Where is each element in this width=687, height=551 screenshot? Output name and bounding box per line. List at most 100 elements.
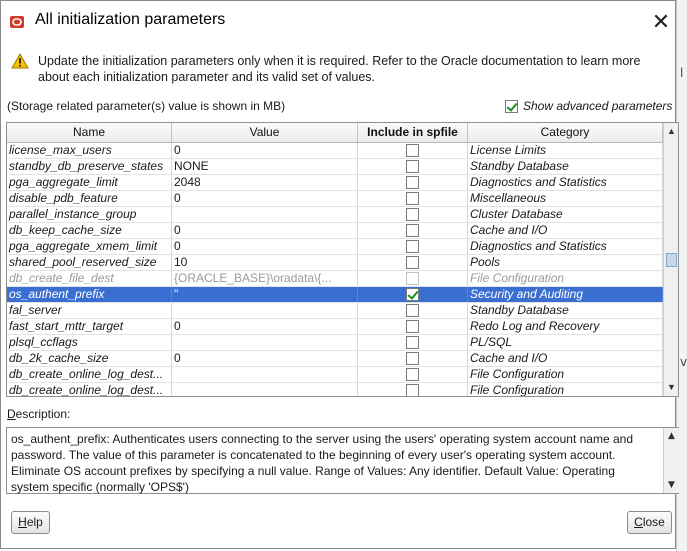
- table-row[interactable]: db_keep_cache_size 0 Cache and I/O: [7, 223, 663, 239]
- cell-category[interactable]: Redo Log and Recovery: [468, 319, 663, 334]
- table-row[interactable]: plsql_ccflags PL/SQL: [7, 335, 663, 351]
- warning-icon: [11, 53, 29, 69]
- close-button[interactable]: Close: [627, 511, 672, 534]
- checkbox-checked-icon[interactable]: [505, 99, 518, 113]
- include-checkbox[interactable]: [406, 256, 419, 269]
- cell-value[interactable]: [172, 303, 358, 318]
- scroll-up-icon[interactable]: ▲: [665, 124, 678, 138]
- include-checkbox[interactable]: [406, 176, 419, 189]
- table-row[interactable]: db_create_online_log_dest... File Configu…: [7, 367, 663, 383]
- cell-category[interactable]: Cache and I/O: [468, 223, 663, 238]
- include-checkbox[interactable]: [406, 144, 419, 157]
- cell-value[interactable]: 0: [172, 351, 358, 366]
- include-checkbox[interactable]: [406, 160, 419, 173]
- cell-name[interactable]: fast_start_mttr_target: [7, 319, 172, 334]
- cell-value[interactable]: 0: [172, 143, 358, 158]
- cell-name[interactable]: os_authent_prefix: [7, 287, 172, 302]
- cell-value[interactable]: ": [172, 287, 358, 302]
- cell-name[interactable]: shared_pool_reserved_size: [7, 255, 172, 270]
- close-icon[interactable]: ✕: [647, 9, 675, 37]
- column-header-category[interactable]: Category: [468, 123, 663, 142]
- cell-value[interactable]: 0: [172, 319, 358, 334]
- cell-category[interactable]: File Configuration: [468, 383, 663, 396]
- cell-category[interactable]: Diagnostics and Statistics: [468, 239, 663, 254]
- warning-message: Update the initialization parameters onl…: [38, 54, 641, 84]
- table-row[interactable]: db_2k_cache_size 0 Cache and I/O: [7, 351, 663, 367]
- cell-value[interactable]: 10: [172, 255, 358, 270]
- column-header-value[interactable]: Value: [172, 123, 358, 142]
- include-checkbox[interactable]: [406, 384, 419, 396]
- include-checkbox[interactable]: [406, 352, 419, 365]
- include-checkbox[interactable]: [406, 192, 419, 205]
- include-checkbox[interactable]: [406, 208, 419, 221]
- scroll-down-icon[interactable]: ▼: [665, 380, 678, 394]
- cell-name[interactable]: disable_pdb_feature: [7, 191, 172, 206]
- cell-category[interactable]: Pools: [468, 255, 663, 270]
- cell-name[interactable]: standby_db_preserve_states: [7, 159, 172, 174]
- cell-value[interactable]: [172, 367, 358, 382]
- cell-category[interactable]: Cache and I/O: [468, 351, 663, 366]
- cell-name[interactable]: license_max_users: [7, 143, 172, 158]
- description-box[interactable]: os_authent_prefix: Authenticates users c…: [6, 427, 679, 494]
- cell-value[interactable]: [172, 335, 358, 350]
- cell-name[interactable]: db_create_file_dest: [7, 271, 172, 286]
- scroll-up-icon[interactable]: ▲: [665, 429, 678, 443]
- cell-value[interactable]: [172, 207, 358, 222]
- cell-category[interactable]: License Limits: [468, 143, 663, 158]
- table-row[interactable]: pga_aggregate_limit 2048 Diagnostics and S…: [7, 175, 663, 191]
- table-row[interactable]: pga_aggregate_xmem_limit 0 Diagnostics and…: [7, 239, 663, 255]
- include-checkbox-checked[interactable]: [406, 288, 419, 301]
- cell-name[interactable]: db_create_online_log_dest...: [7, 367, 172, 382]
- include-checkbox[interactable]: [406, 240, 419, 253]
- table-row[interactable]: fast_start_mttr_target 0 Redo Log and Reco…: [7, 319, 663, 335]
- cell-category[interactable]: Diagnostics and Statistics: [468, 175, 663, 190]
- table-row[interactable]: standby_db_preserve_states NONE Standby Da…: [7, 159, 663, 175]
- description-scrollbar[interactable]: ▲ ▼: [663, 428, 679, 493]
- include-checkbox[interactable]: [406, 336, 419, 349]
- cell-category[interactable]: PL/SQL: [468, 335, 663, 350]
- cell-name[interactable]: db_2k_cache_size: [7, 351, 172, 366]
- cell-name[interactable]: fal_server: [7, 303, 172, 318]
- cell-category[interactable]: File Configuration: [468, 271, 663, 286]
- table-row[interactable]: fal_server Standby Database: [7, 303, 663, 319]
- table-row[interactable]: db_create_file_dest {ORACLE_BASE}\oradata…: [7, 271, 663, 287]
- table-row[interactable]: license_max_users 0 License Limits: [7, 143, 663, 159]
- cell-value[interactable]: 0: [172, 239, 358, 254]
- cell-name[interactable]: pga_aggregate_xmem_limit: [7, 239, 172, 254]
- cell-value[interactable]: 2048: [172, 175, 358, 190]
- cell-name[interactable]: pga_aggregate_limit: [7, 175, 172, 190]
- table-row[interactable]: os_authent_prefix " Security and Auditing: [7, 287, 663, 303]
- include-checkbox[interactable]: [406, 304, 419, 317]
- show-advanced-checkbox[interactable]: Show advanced parameters: [505, 98, 672, 114]
- cell-category[interactable]: Standby Database: [468, 303, 663, 318]
- cell-name[interactable]: db_create_online_log_dest...: [7, 383, 172, 396]
- cell-name[interactable]: db_keep_cache_size: [7, 223, 172, 238]
- include-checkbox[interactable]: [406, 368, 419, 381]
- cell-value[interactable]: 0: [172, 223, 358, 238]
- cell-category[interactable]: Miscellaneous: [468, 191, 663, 206]
- column-header-include[interactable]: Include in spfile: [358, 123, 468, 142]
- cell-value[interactable]: {ORACLE_BASE}\oradata\{...: [172, 271, 358, 286]
- column-header-name[interactable]: Name: [7, 123, 172, 142]
- table-scrollbar[interactable]: ▲ ▼: [663, 123, 678, 396]
- table-row[interactable]: parallel_instance_group Cluster Database: [7, 207, 663, 223]
- cell-category[interactable]: Standby Database: [468, 159, 663, 174]
- include-checkbox[interactable]: [406, 320, 419, 333]
- table-row[interactable]: disable_pdb_feature 0 Miscellaneous: [7, 191, 663, 207]
- cell-category[interactable]: File Configuration: [468, 367, 663, 382]
- cell-value[interactable]: 0: [172, 191, 358, 206]
- cell-name[interactable]: plsql_ccflags: [7, 335, 172, 350]
- table-row[interactable]: db_create_online_log_dest... File Configu…: [7, 383, 663, 396]
- cell-name[interactable]: parallel_instance_group: [7, 207, 172, 222]
- help-button[interactable]: Help: [11, 511, 50, 534]
- cell-value[interactable]: [172, 383, 358, 396]
- cell-value[interactable]: NONE: [172, 159, 358, 174]
- cell-category[interactable]: Cluster Database: [468, 207, 663, 222]
- cell-include: [358, 383, 468, 396]
- cell-category[interactable]: Security and Auditing: [468, 287, 663, 302]
- cell-include: [358, 319, 468, 334]
- table-row[interactable]: shared_pool_reserved_size 10 Pools: [7, 255, 663, 271]
- include-checkbox[interactable]: [406, 224, 419, 237]
- scrollbar-thumb[interactable]: [666, 253, 677, 267]
- scroll-down-icon[interactable]: ▼: [665, 478, 678, 492]
